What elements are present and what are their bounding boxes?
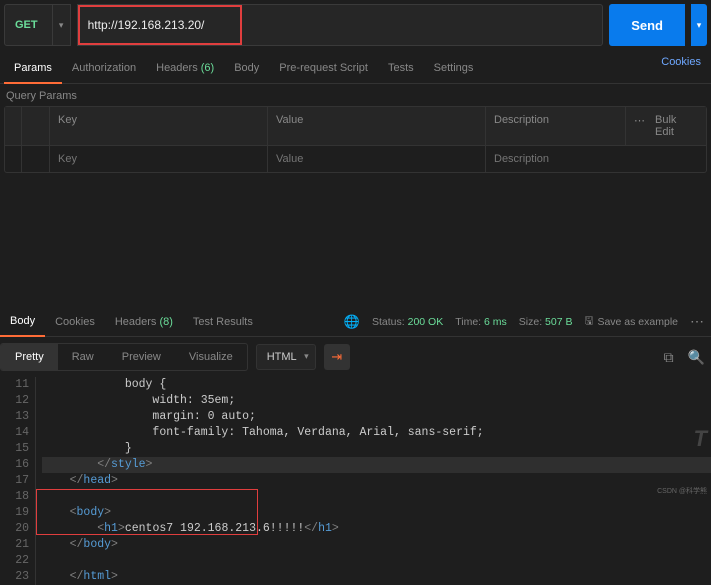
col-key: Key <box>50 107 268 145</box>
tab-tests[interactable]: Tests <box>378 54 424 83</box>
tab-settings[interactable]: Settings <box>424 54 484 83</box>
code-viewer[interactable]: 11 12 13 14 15 16 17 18 19 20 21 22 23 b… <box>0 377 711 585</box>
globe-icon[interactable]: 🌐 <box>344 314 360 330</box>
value-input[interactable] <box>276 153 477 165</box>
resp-tab-headers[interactable]: Headers (8) <box>105 308 183 336</box>
col-value: Value <box>268 107 486 145</box>
save-icon: 🖫 <box>585 313 594 331</box>
send-dropdown[interactable]: ▾ <box>691 4 707 46</box>
line-gutter: 11 12 13 14 15 16 17 18 19 20 21 22 23 <box>0 377 36 585</box>
url-field-wrapper <box>77 4 604 46</box>
watermark: T <box>694 426 707 452</box>
tab-body[interactable]: Body <box>224 54 269 83</box>
tab-authorization[interactable]: Authorization <box>62 54 146 83</box>
table-row <box>5 146 706 172</box>
search-icon[interactable]: 🔍 <box>688 349 705 366</box>
cookies-link[interactable]: Cookies <box>661 56 701 68</box>
csdn-watermark: CSDN @科学熊 <box>657 486 707 496</box>
response-tabs: Body Cookies Headers (8) Test Results 🌐 … <box>0 303 711 337</box>
language-selector[interactable]: HTML <box>256 344 316 370</box>
request-tabs: Params Authorization Headers (6) Body Pr… <box>0 46 711 84</box>
resp-tab-body[interactable]: Body <box>0 307 45 337</box>
visualize-tab[interactable]: Visualize <box>175 344 247 370</box>
pretty-tab[interactable]: Pretty <box>1 344 58 370</box>
preview-tab[interactable]: Preview <box>108 344 175 370</box>
save-as-example[interactable]: 🖫Save as example <box>585 313 679 331</box>
code-lines: body { width: 35em; margin: 0 auto; font… <box>36 377 711 585</box>
col-description: Description <box>486 107 626 145</box>
table-header: Key Value Description ⋯ Bulk Edit <box>5 107 706 146</box>
description-input[interactable] <box>494 153 698 165</box>
time-text: Time: 6 ms <box>455 316 507 328</box>
wrap-lines-icon[interactable]: ⇥ <box>324 344 350 370</box>
status-text: Status: 200 OK <box>372 316 443 328</box>
params-table: Key Value Description ⋯ Bulk Edit <box>4 106 707 173</box>
key-input[interactable] <box>58 153 259 165</box>
tab-headers[interactable]: Headers (6) <box>146 54 224 83</box>
more-icon[interactable]: ⋯ <box>690 313 705 330</box>
method-selector[interactable]: GET ▾ <box>4 4 71 46</box>
pretty-toolbar: Pretty Raw Preview Visualize HTML ⇥ ⧉ 🔍 <box>0 337 711 377</box>
copy-icon[interactable]: ⧉ <box>664 349 674 366</box>
query-params-label: Query Params <box>0 84 711 106</box>
tab-params[interactable]: Params <box>4 54 62 84</box>
bulk-edit-link[interactable]: Bulk Edit <box>655 114 698 138</box>
resp-tab-cookies[interactable]: Cookies <box>45 308 105 336</box>
method-label: GET <box>5 19 52 31</box>
raw-tab[interactable]: Raw <box>58 344 108 370</box>
dots-icon[interactable]: ⋯ <box>634 114 645 138</box>
size-text: Size: 507 B <box>519 316 573 328</box>
url-input[interactable] <box>78 5 603 45</box>
send-button[interactable]: Send <box>609 4 685 46</box>
chevron-down-icon[interactable]: ▾ <box>52 5 70 45</box>
resp-tab-results[interactable]: Test Results <box>183 308 263 336</box>
tab-prerequest[interactable]: Pre-request Script <box>269 54 378 83</box>
